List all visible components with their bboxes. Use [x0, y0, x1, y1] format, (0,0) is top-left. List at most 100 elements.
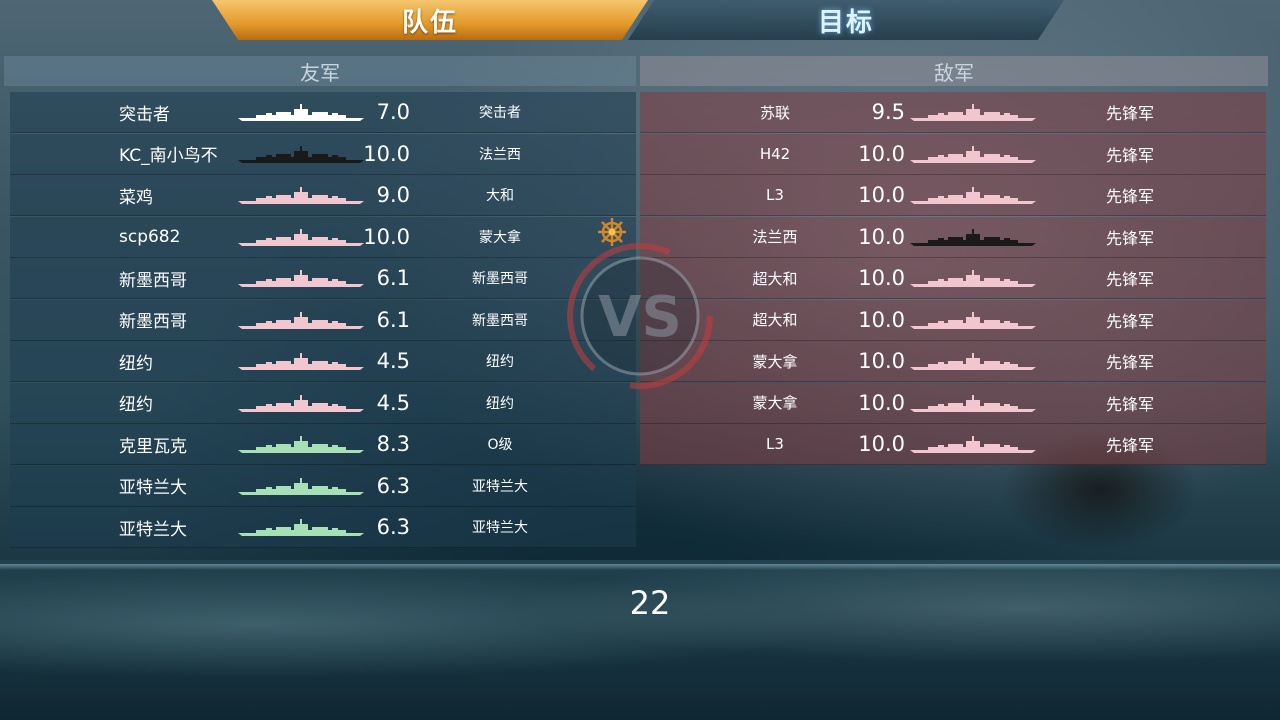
ship-silhouette-icon	[908, 92, 1038, 132]
ally-row[interactable]: 新墨西哥 6.1 新墨西哥	[10, 258, 636, 299]
ally-row[interactable]: KC_南小鸟不 10.0 法兰西	[10, 133, 636, 175]
ship-silhouette-icon	[236, 300, 368, 340]
enemy-row[interactable]: H42 10.0 先锋军	[640, 133, 1266, 175]
ship-silhouette-icon	[236, 258, 368, 298]
ship-silhouette-icon	[236, 383, 368, 423]
enemy-row[interactable]: 蒙大拿 10.0 先锋军	[640, 382, 1266, 424]
ally-header: 友军	[4, 56, 636, 86]
enemy-ship-name: 苏联	[759, 103, 790, 122]
ship-tier: 7.0	[376, 100, 410, 124]
ship-silhouette-icon	[908, 134, 1038, 174]
enemy-header: 敌军	[640, 56, 1268, 86]
tab-bar: 队伍 目标	[200, 0, 1080, 42]
ship-tier: 10.0	[858, 349, 905, 373]
enemy-list: 苏联 9.5 先锋军 H42 10.0 先锋军 L3 10.0 先锋军 法兰西 10.0 先锋军 超大和…	[640, 92, 1266, 466]
ally-row[interactable]: 亚特兰大 6.3 亚特兰大	[10, 465, 636, 507]
ship-class: 纽约	[486, 354, 514, 370]
ship-silhouette-icon	[236, 175, 368, 215]
enemy-faction: 先锋军	[1105, 187, 1154, 206]
ship-silhouette-icon	[908, 175, 1038, 215]
player-name: 亚特兰大	[119, 519, 187, 540]
player-name: 纽约	[119, 395, 153, 415]
ally-row[interactable]: 新墨西哥 6.1 新墨西哥	[10, 299, 636, 341]
ally-row[interactable]: scp682 10.0 蒙大拿	[10, 216, 636, 258]
ship-silhouette-icon	[236, 466, 368, 506]
ship-tier: 6.1	[376, 266, 410, 290]
ship-wheel-icon	[598, 218, 626, 246]
ship-tier: 10.0	[858, 307, 905, 332]
ship-silhouette-icon	[236, 134, 368, 174]
enemy-row[interactable]: 苏联 9.5 先锋军	[640, 92, 1266, 133]
ship-silhouette-icon	[236, 424, 368, 464]
ship-class: 亚特兰大	[472, 478, 528, 495]
ship-silhouette-icon	[908, 424, 1038, 464]
ship-silhouette-icon	[236, 341, 368, 381]
ship-tier: 10.0	[858, 266, 905, 290]
ship-tier: 10.0	[363, 224, 410, 249]
ally-row[interactable]: 突击者 7.0 突击者	[10, 92, 636, 133]
enemy-row[interactable]: 蒙大拿 10.0 先锋军	[640, 341, 1266, 382]
player-name: 菜鸡	[119, 187, 153, 208]
ally-row[interactable]: 亚特兰大 6.3 亚特兰大	[10, 507, 636, 548]
vs-emblem: VS	[567, 243, 713, 389]
ally-row[interactable]: 纽约 4.5 纽约	[10, 341, 636, 382]
player-name: 亚特兰大	[119, 478, 187, 498]
ship-class: O级	[487, 437, 513, 453]
ship-tier: 10.0	[363, 141, 410, 166]
ship-class: 纽约	[486, 395, 514, 412]
enemy-row[interactable]: 法兰西 10.0 先锋军	[640, 216, 1266, 258]
ship-silhouette-icon	[908, 383, 1038, 423]
ship-tier: 6.3	[376, 515, 410, 539]
ship-tier: 10.0	[858, 183, 905, 207]
ship-class: 大和	[486, 188, 514, 204]
enemy-row[interactable]: L3 10.0 先锋军	[640, 175, 1266, 216]
player-name: 新墨西哥	[119, 270, 187, 291]
enemy-row[interactable]: 超大和 10.0 先锋军	[640, 299, 1266, 341]
ship-silhouette-icon	[236, 507, 368, 547]
enemy-ship-name: 蒙大拿	[752, 352, 798, 371]
ship-tier: 4.5	[376, 349, 410, 373]
ship-tier: 10.0	[858, 224, 905, 249]
player-name: scp682	[119, 226, 181, 247]
enemy-row[interactable]: 超大和 10.0 先锋军	[640, 258, 1266, 299]
ship-silhouette-icon	[908, 258, 1038, 298]
ship-tier: 6.1	[376, 307, 410, 332]
enemy-row[interactable]: L3 10.0 先锋军	[640, 424, 1266, 465]
ship-tier: 9.0	[376, 183, 410, 207]
enemy-faction: 先锋军	[1105, 228, 1154, 248]
divider-line	[0, 564, 1280, 570]
ship-class: 法兰西	[479, 146, 521, 163]
player-name: 纽约	[119, 353, 153, 374]
player-name: 新墨西哥	[119, 312, 187, 332]
ship-silhouette-icon	[236, 217, 368, 257]
ship-tier: 10.0	[858, 390, 905, 415]
ship-tier: 8.3	[376, 432, 410, 456]
vs-label: VS	[598, 285, 682, 350]
player-name: 突击者	[119, 104, 170, 125]
enemy-ship-name: 法兰西	[752, 228, 798, 246]
ship-silhouette-icon	[908, 217, 1038, 257]
ally-row[interactable]: 克里瓦克 8.3 O级	[10, 424, 636, 465]
ship-tier: 10.0	[858, 141, 905, 166]
enemy-ship-name: H42	[759, 144, 791, 163]
ship-tier: 4.5	[376, 390, 410, 415]
enemy-ship-name: 超大和	[752, 311, 798, 329]
ship-class: 新墨西哥	[472, 312, 528, 329]
ship-tier: 9.5	[871, 100, 905, 124]
enemy-faction: 先锋军	[1105, 311, 1154, 331]
enemy-ship-name: L3	[766, 435, 784, 453]
enemy-faction: 先锋军	[1105, 436, 1154, 455]
tab-team[interactable]: 队伍	[212, 0, 648, 40]
tab-target[interactable]: 目标	[628, 0, 1064, 40]
ship-silhouette-icon	[236, 92, 368, 132]
ship-class: 亚特兰大	[472, 520, 528, 536]
enemy-faction: 先锋军	[1105, 104, 1154, 123]
ship-tier: 10.0	[858, 432, 905, 456]
ally-row[interactable]: 纽约 4.5 纽约	[10, 382, 636, 424]
enemy-faction: 先锋军	[1105, 353, 1154, 372]
countdown-timer: 22	[629, 584, 671, 622]
ship-class: 新墨西哥	[472, 271, 528, 287]
enemy-ship-name: 蒙大拿	[752, 394, 798, 412]
ship-tier: 6.3	[376, 473, 410, 498]
ally-row[interactable]: 菜鸡 9.0 大和	[10, 175, 636, 216]
